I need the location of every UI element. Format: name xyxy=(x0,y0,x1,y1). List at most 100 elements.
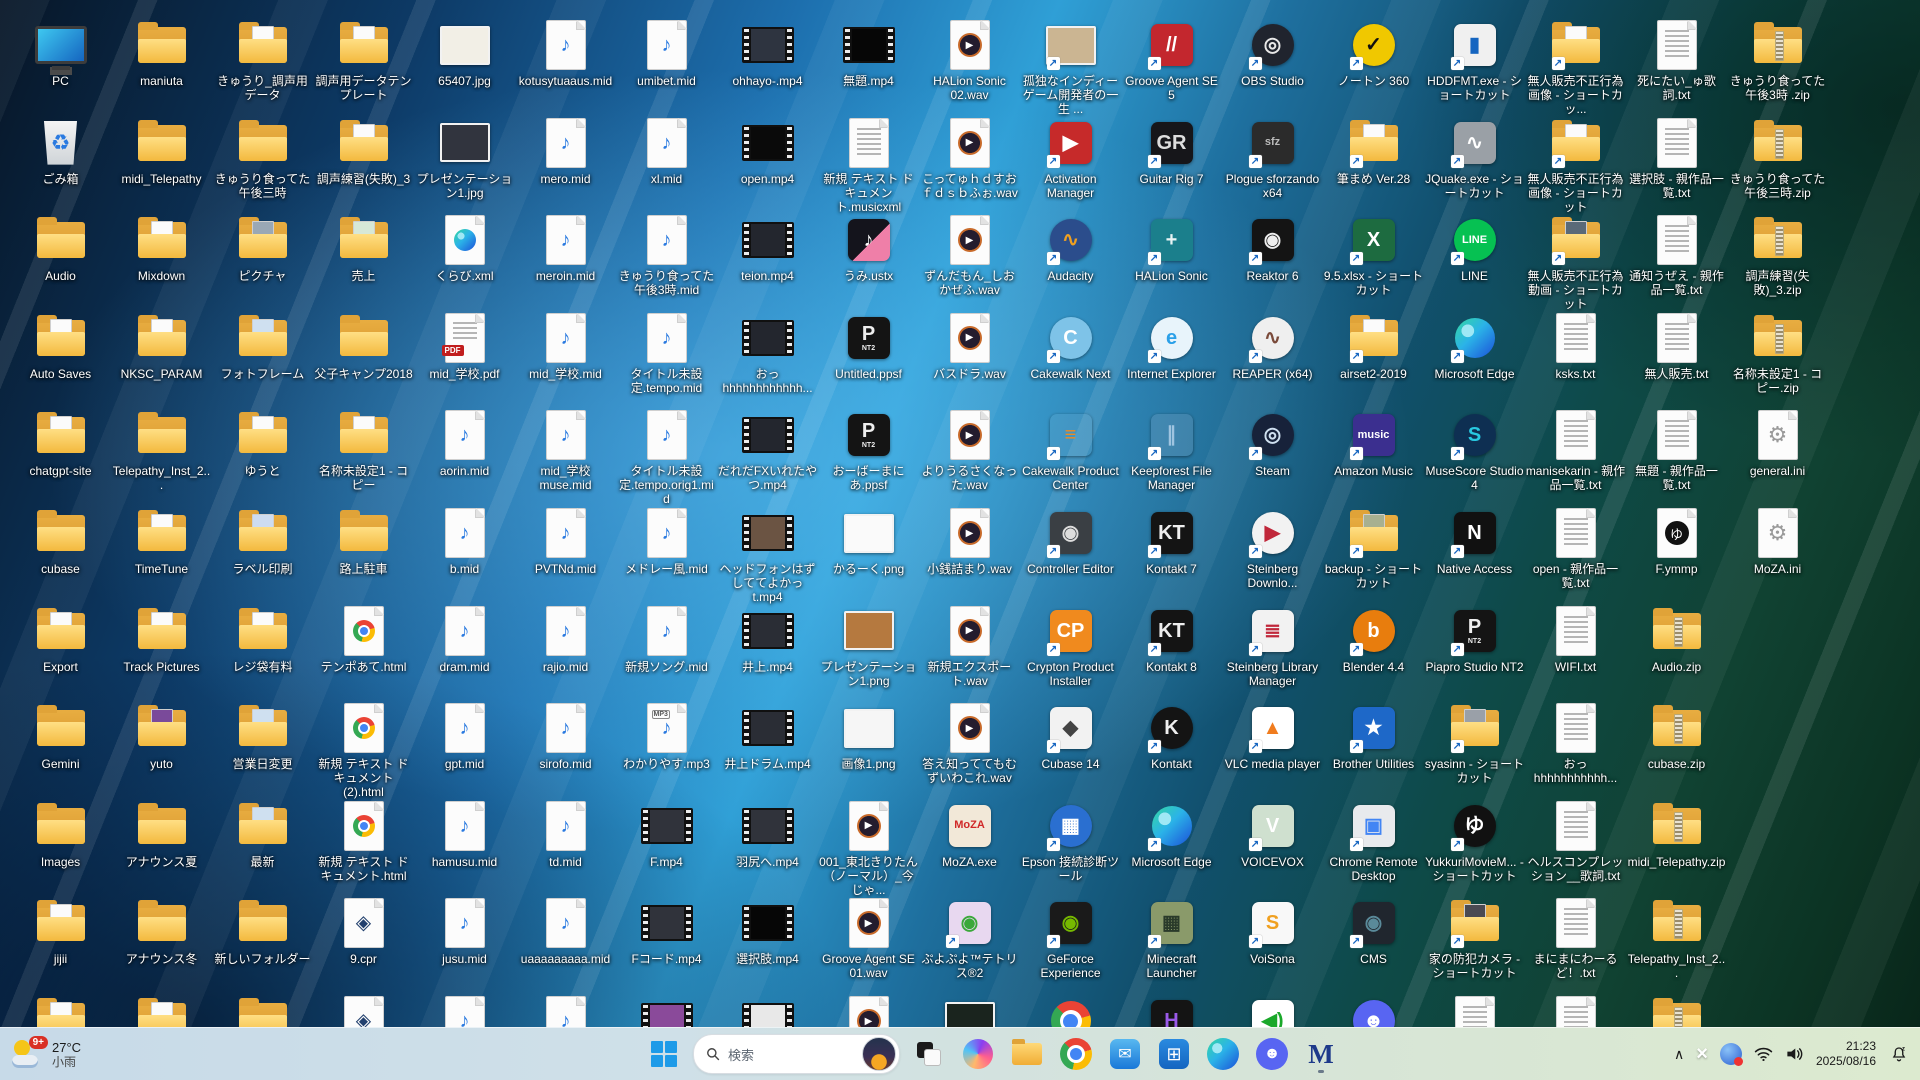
desktop-icon[interactable]: ↗無人販売不正行為 動画 - ショートカット xyxy=(1525,213,1626,311)
desktop-icon[interactable]: KT↗Kontakt 8 xyxy=(1121,604,1222,674)
desktop-icon[interactable]: cubase.zip xyxy=(1626,701,1727,771)
desktop-icon[interactable]: 調声練習(失敗)_3.zip xyxy=(1727,213,1828,297)
desktop-icon[interactable]: かるーく.png xyxy=(818,506,919,576)
desktop-icon[interactable]: ♪mid_学校.mid xyxy=(515,311,616,381)
desktop-icon[interactable]: ▶こってゅｈｄすおｆｄｓｂふぉ.wav xyxy=(919,116,1020,200)
desktop-icon[interactable]: 65407.jpg xyxy=(414,18,515,88)
desktop-icon[interactable]: 最新 xyxy=(212,799,313,869)
desktop-icon[interactable]: maniuta xyxy=(111,18,212,88)
desktop-icon[interactable]: ★↗Brother Utilities xyxy=(1323,701,1424,771)
desktop-icon[interactable]: open.mp4 xyxy=(717,116,818,186)
desktop-icon[interactable]: ヘッドフォンはずしててよかっt.mp4 xyxy=(717,506,818,604)
desktop-icon[interactable]: ♪sirofo.mid xyxy=(515,701,616,771)
desktop-icon[interactable]: +↗HALion Sonic xyxy=(1121,213,1222,283)
notification-bell-button[interactable]: z xyxy=(1888,1043,1910,1065)
desktop-icon[interactable]: 新規 テキスト ドキュメント.html xyxy=(313,799,414,883)
desktop-icon[interactable]: ↗backup - ショートカット xyxy=(1323,506,1424,590)
desktop-icon[interactable]: 新しいフォルダー xyxy=(212,896,313,966)
desktop-icon[interactable]: ∿↗JQuake.exe - ショートカット xyxy=(1424,116,1525,200)
wifi-icon[interactable] xyxy=(1754,1046,1773,1062)
volume-icon[interactable] xyxy=(1785,1046,1804,1062)
desktop-icon[interactable]: ↗無人販売不正行為 画像 - ショートカット xyxy=(1525,116,1626,214)
desktop-icon[interactable]: ♪uaaaaaaaaa.mid xyxy=(515,896,616,966)
desktop-icon[interactable]: LINE↗LINE xyxy=(1424,213,1525,283)
desktop-icon[interactable]: おっhhhhhhhhhhhh... xyxy=(717,311,818,395)
desktop-icon[interactable]: プレゼンテーション1.jpg xyxy=(414,116,515,200)
desktop-icon[interactable]: 井上ドラム.mp4 xyxy=(717,701,818,771)
chrome-button[interactable] xyxy=(1056,1034,1096,1074)
desktop-icon[interactable]: きゅうり_調声用データ xyxy=(212,18,313,102)
desktop-icon[interactable]: まにまにわーるど！.txt xyxy=(1525,896,1626,980)
desktop-icon[interactable]: ♪新規ソング.mid xyxy=(616,604,717,674)
desktop-icon[interactable]: 無題.mp4 xyxy=(818,18,919,88)
desktop-icon[interactable]: ▦↗Minecraft Launcher xyxy=(1121,896,1222,980)
edge-button[interactable] xyxy=(1203,1034,1243,1074)
desktop-icon[interactable]: ◉↗CMS xyxy=(1323,896,1424,966)
mail-button[interactable]: ✉ xyxy=(1105,1034,1145,1074)
desktop-icon[interactable]: Auto Saves xyxy=(10,311,111,381)
desktop-icon[interactable]: ↗Microsoft Edge xyxy=(1424,311,1525,381)
desktop-icon[interactable]: PC xyxy=(10,18,111,88)
desktop-icon[interactable]: ♻ごみ箱 xyxy=(10,116,111,186)
desktop-icon[interactable]: ⚙general.ini xyxy=(1727,408,1828,478)
desktop-icon[interactable]: フォトフレーム xyxy=(212,311,313,381)
desktop-icon[interactable]: PNT2Untitled.ppsf xyxy=(818,311,919,381)
desktop-icon[interactable]: F.mp4 xyxy=(616,799,717,869)
desktop-icon[interactable]: ♪mid_学校muse.mid xyxy=(515,408,616,492)
desktop-icon[interactable]: ▶001_東北きりたん（ノーマル）_今じゃ... xyxy=(818,799,919,897)
desktop-icon[interactable]: アナウンス夏 xyxy=(111,799,212,869)
desktop-icon[interactable]: N↗Native Access xyxy=(1424,506,1525,576)
discord-button[interactable]: ☻ xyxy=(1252,1034,1292,1074)
file-explorer-button[interactable] xyxy=(1007,1034,1047,1074)
desktop-icon[interactable]: ♪メドレー風.mid xyxy=(616,506,717,576)
desktop-icon[interactable]: NKSC_PARAM xyxy=(111,311,212,381)
desktop-icon[interactable]: MoZAMoZA.exe xyxy=(919,799,1020,869)
desktop-icon[interactable]: 営業日変更 xyxy=(212,701,313,771)
desktop-icon[interactable]: C↗Cakewalk Next xyxy=(1020,311,1121,381)
desktop-icon[interactable]: おっhhhhhhhhhhh... xyxy=(1525,701,1626,785)
desktop-icon[interactable]: CP↗Crypton Product Installer xyxy=(1020,604,1121,688)
desktop-icon[interactable]: ↗孤独なインディーゲーム開発者の一生 ... xyxy=(1020,18,1121,116)
store-button[interactable]: ⊞ xyxy=(1154,1034,1194,1074)
tray-chevron-up-icon[interactable]: ∧ xyxy=(1674,1046,1684,1063)
desktop-icon[interactable]: 無人販売.txt xyxy=(1626,311,1727,381)
desktop-icon[interactable]: 名称未設定1 - コピー.zip xyxy=(1727,311,1828,395)
desktop-icon[interactable]: ≡↗Cakewalk Product Center xyxy=(1020,408,1121,492)
desktop-icon[interactable]: ピクチャ xyxy=(212,213,313,283)
desktop-icon[interactable]: Telepathy_Inst_2... xyxy=(111,408,212,492)
desktop-icon[interactable]: Audio.zip xyxy=(1626,604,1727,674)
desktop-icon[interactable]: ◉↗Reaktor 6 xyxy=(1222,213,1323,283)
desktop-icon[interactable]: ◎↗OBS Studio xyxy=(1222,18,1323,88)
desktop-icon[interactable]: ≣↗Steinberg Library Manager xyxy=(1222,604,1323,688)
desktop-icon[interactable]: ♪きゅうり食ってた午後3時.mid xyxy=(616,213,717,297)
desktop-icon[interactable]: S↗MuseScore Studio 4 xyxy=(1424,408,1525,492)
desktop-icon[interactable]: ♪dram.mid xyxy=(414,604,515,674)
desktop-icon[interactable]: ↗無人販売不正行為 画像 - ショートカッ... xyxy=(1525,18,1626,116)
task-view-button[interactable] xyxy=(909,1034,949,1074)
desktop-icon[interactable]: 路上駐車 xyxy=(313,506,414,576)
desktop-icon[interactable]: プレゼンテーション1.png xyxy=(818,604,919,688)
desktop-icon[interactable]: ▶小銭詰まり.wav xyxy=(919,506,1020,576)
copilot-button[interactable] xyxy=(958,1034,998,1074)
desktop-icon[interactable]: ▶バスドラ.wav xyxy=(919,311,1020,381)
desktop-icon[interactable]: ▶HALion Sonic 02.wav xyxy=(919,18,1020,102)
desktop-icon[interactable]: ♪gpt.mid xyxy=(414,701,515,771)
desktop-icon[interactable]: きゅうり食ってた午後3時 .zip xyxy=(1727,18,1828,102)
desktop-icon[interactable]: 画像1.png xyxy=(818,701,919,771)
desktop-icon[interactable]: ▶よりうるさくなった.wav xyxy=(919,408,1020,492)
desktop-icon[interactable]: きゅうり食ってた午後三時 xyxy=(212,116,313,200)
desktop-icon[interactable]: WIFI.txt xyxy=(1525,604,1626,674)
desktop-icon[interactable]: きゅうり食ってた午後三時.zip xyxy=(1727,116,1828,200)
desktop-icon[interactable]: chatgpt-site xyxy=(10,408,111,478)
desktop-icon[interactable]: PNT2おーばーまにあ.ppsf xyxy=(818,408,919,492)
desktop-icon[interactable]: 通知うぜえ - 親作品一覧.txt xyxy=(1626,213,1727,297)
start-button[interactable] xyxy=(644,1034,684,1074)
desktop-icon[interactable]: ◈9.cpr xyxy=(313,896,414,966)
desktop-icon[interactable]: ∿↗REAPER (x64) xyxy=(1222,311,1323,381)
desktop[interactable]: PCmaniutaきゅうり_調声用データ調声用データテンプレート65407.jp… xyxy=(0,0,1920,1080)
desktop-icon[interactable]: ゆうと xyxy=(212,408,313,478)
tray-x-app-icon[interactable]: × xyxy=(1696,1043,1708,1066)
desktop-icon[interactable]: ohhayo-.mp4 xyxy=(717,18,818,88)
desktop-icon[interactable]: 井上.mp4 xyxy=(717,604,818,674)
desktop-icon[interactable]: ♪kotusytuaaus.mid xyxy=(515,18,616,88)
